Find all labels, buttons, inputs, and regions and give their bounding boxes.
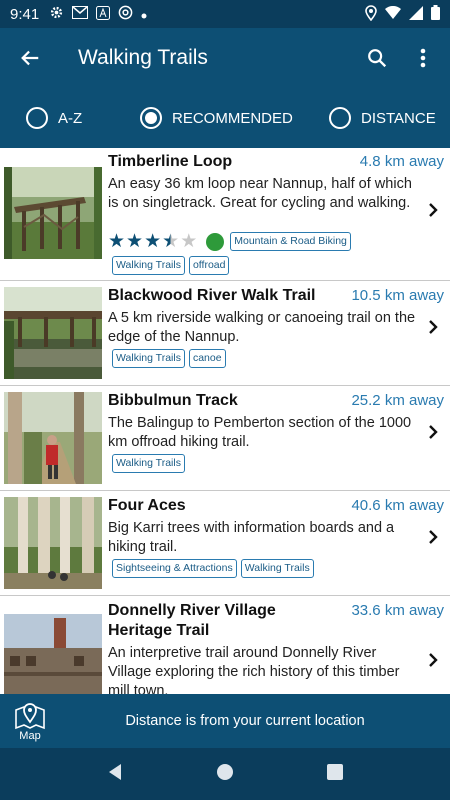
sort-az-radio[interactable]: A-Z xyxy=(26,107,82,129)
system-nav-bar xyxy=(0,748,450,800)
star-icon: ★ xyxy=(162,231,180,252)
arrow-back-icon xyxy=(21,50,39,66)
signal-icon xyxy=(409,5,423,23)
sort-distance-label: DISTANCE xyxy=(361,109,436,127)
gmail-icon xyxy=(72,6,89,22)
map-icon xyxy=(15,703,45,730)
trail-name: Blackwood River Walk Trail xyxy=(108,287,316,304)
trail-distance: 33.6 km away xyxy=(351,602,444,619)
square-recents-icon xyxy=(327,763,344,780)
search-button[interactable] xyxy=(354,28,400,88)
tag-list: Walking Trails offroad xyxy=(112,256,233,275)
chevron-right-icon xyxy=(428,652,438,673)
settings-icon xyxy=(49,5,64,23)
sort-az-label: A-Z xyxy=(58,109,83,127)
trail-item-blackwood-river[interactable]: Blackwood River Walk Trail 10.5 km away … xyxy=(0,281,450,386)
tag-list: Walking Trails canoe xyxy=(112,349,230,368)
status-bar: 9:41 xyxy=(0,0,450,28)
star-icon: ★ xyxy=(108,231,126,252)
trail-thumbnail xyxy=(4,392,102,484)
radio-checked-icon xyxy=(140,107,162,129)
app-bar: Walking Trails xyxy=(0,28,450,88)
back-button[interactable] xyxy=(0,28,60,88)
sort-recommended-label: RECOMMENDED xyxy=(172,109,293,127)
nav-back-button[interactable] xyxy=(107,763,123,786)
map-label: Map xyxy=(19,730,41,742)
tag: Sightseeing & Attractions xyxy=(112,559,237,578)
search-icon xyxy=(368,49,387,68)
tag: Mountain & Road Biking xyxy=(230,232,351,251)
triangle-back-icon xyxy=(108,763,121,780)
tag-list: Sightseeing & Attractions Walking Trails xyxy=(112,559,318,578)
trail-thumbnail xyxy=(4,497,102,589)
notification-dot-icon xyxy=(141,7,147,22)
distance-note: Distance is from your current location xyxy=(125,713,365,729)
tag-list: Walking Trails xyxy=(112,454,189,473)
chevron-right-icon xyxy=(428,319,438,340)
chevron-right-icon xyxy=(428,202,438,223)
trail-item-donnelly-river[interactable]: Donnelly River Village Heritage Trail 33… xyxy=(0,596,450,694)
trail-description: An easy 36 km loop near Nannup, half of … xyxy=(108,176,412,211)
sort-options: A-Z RECOMMENDED DISTANCE xyxy=(0,88,450,148)
trail-distance: 10.5 km away xyxy=(351,287,444,304)
trail-thumbnail xyxy=(4,287,102,379)
at-sign-icon xyxy=(118,5,133,23)
trail-list[interactable]: Timberline Loop 4.8 km away An easy 36 k… xyxy=(0,148,450,694)
nav-recents-button[interactable] xyxy=(327,763,344,785)
trail-description: A 5 km riverside walking or canoeing tra… xyxy=(108,310,416,345)
trail-distance: 40.6 km away xyxy=(351,497,444,514)
tag: Walking Trails xyxy=(240,559,314,578)
radio-unchecked-icon xyxy=(26,107,48,129)
trail-distance: 4.8 km away xyxy=(359,153,444,170)
rating-row: ★ ★ ★ ★ ★ Mountain & Road Biking xyxy=(108,232,355,251)
star-icon: ★ xyxy=(126,231,144,252)
app-a-icon xyxy=(96,5,111,23)
trail-description: Big Karri trees with information boards … xyxy=(108,520,395,555)
circle-home-icon xyxy=(216,763,233,780)
tag: Walking Trails xyxy=(112,349,185,368)
wifi-icon xyxy=(385,5,401,23)
page-title: Walking Trails xyxy=(78,46,208,69)
tag: offroad xyxy=(188,256,230,275)
star-rating: ★ ★ ★ ★ ★ xyxy=(108,232,197,251)
sort-recommended-radio[interactable]: RECOMMENDED xyxy=(140,107,293,129)
trail-distance: 25.2 km away xyxy=(351,392,444,409)
trail-description: The Balingup to Pemberton section of the… xyxy=(108,415,412,450)
tag: canoe xyxy=(188,349,226,368)
tag: Walking Trails xyxy=(112,454,185,473)
battery-icon xyxy=(431,5,440,23)
trail-name: Bibbulmun Track xyxy=(108,392,238,409)
trail-thumbnail xyxy=(4,167,102,259)
trail-item-bibbulmun-track[interactable]: Bibbulmun Track 25.2 km away The Balingu… xyxy=(0,386,450,491)
bottom-bar: Map Distance is from your current locati… xyxy=(0,694,450,748)
tag: Walking Trails xyxy=(112,256,185,275)
trail-description: An interpretive trail around Donnelly Ri… xyxy=(108,645,400,694)
chevron-right-icon xyxy=(428,424,438,445)
trail-thumbnail xyxy=(4,614,102,694)
trail-item-timberline-loop[interactable]: Timberline Loop 4.8 km away An easy 36 k… xyxy=(0,148,450,281)
more-vert-icon xyxy=(420,48,426,68)
sort-distance-radio[interactable]: DISTANCE xyxy=(329,107,436,129)
radio-unchecked-icon xyxy=(329,107,351,129)
status-time: 9:41 xyxy=(10,5,40,23)
trail-item-four-aces[interactable]: Four Aces 40.6 km away Big Karri trees w… xyxy=(0,491,450,596)
trail-name: Donnelly River Village Heritage Trail xyxy=(108,602,276,639)
chevron-right-icon xyxy=(428,529,438,550)
star-icon: ★ xyxy=(180,231,198,252)
trail-name: Four Aces xyxy=(108,497,186,514)
map-button[interactable]: Map xyxy=(0,694,60,748)
location-icon xyxy=(365,4,377,24)
trail-name: Timberline Loop xyxy=(108,153,233,170)
nav-home-button[interactable] xyxy=(216,763,234,786)
overflow-menu-button[interactable] xyxy=(400,28,446,88)
star-icon: ★ xyxy=(144,231,162,252)
green-status-dot xyxy=(206,232,225,251)
